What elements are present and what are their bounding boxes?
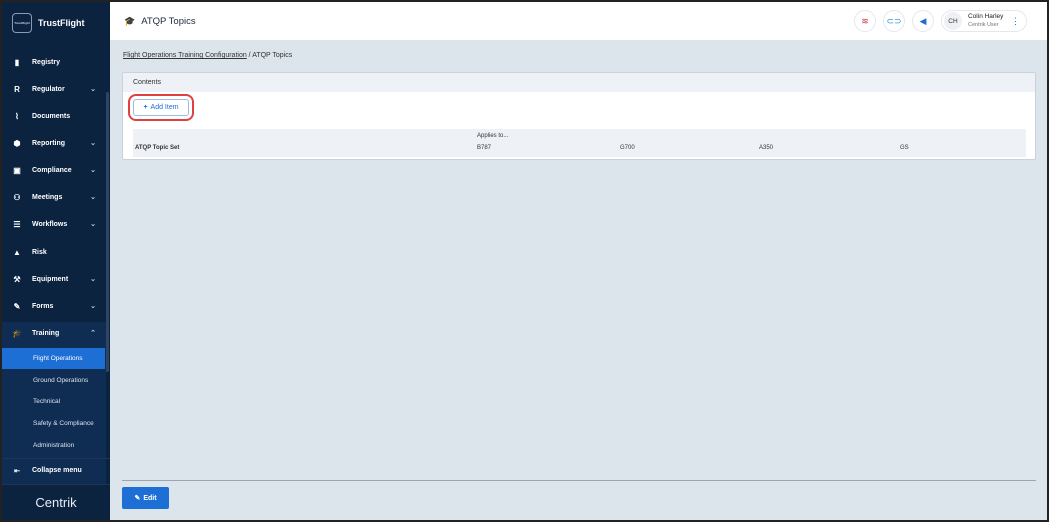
- edit-icon: ✎: [134, 495, 141, 502]
- sidebar-item-risk[interactable]: ▲ Risk: [2, 240, 110, 264]
- regulator-icon: R: [14, 84, 20, 94]
- database-icon[interactable]: ≋: [854, 10, 876, 32]
- collapse-menu-button[interactable]: ⇤ Collapse menu: [2, 458, 110, 482]
- footer-divider: [122, 480, 1036, 481]
- sidebar-subitem-safety-compliance[interactable]: Safety & Compliance: [2, 413, 105, 434]
- chevron-down-icon: ⌄: [90, 276, 96, 283]
- sidebar-item-workflows[interactable]: ☰ Workflows ⌄: [2, 212, 110, 236]
- workflows-icon: ☰: [13, 219, 21, 229]
- sidebar-item-label: Compliance: [32, 166, 72, 174]
- more-icon[interactable]: ⋮: [1011, 16, 1020, 27]
- sidebar-item-regulator[interactable]: R Regulator ⌄: [2, 77, 110, 101]
- applies-to-label: Applies to...: [477, 133, 509, 139]
- sidebar-item-training[interactable]: 🎓 Training ⌃: [2, 321, 110, 345]
- panel-title: Contents: [123, 73, 1035, 92]
- table-header: Applies to... ATQP Topic Set B787 G700 A…: [133, 129, 1026, 157]
- sidebar-item-forms[interactable]: ✎ Forms ⌄: [2, 294, 110, 318]
- brand[interactable]: TrustFlight TrustFlight: [2, 2, 110, 44]
- sidebar-item-label: Regulator: [32, 85, 65, 93]
- risk-icon: ▲: [13, 247, 21, 257]
- avatar: CH: [944, 12, 962, 30]
- sidebar-item-label: Workflows: [32, 220, 68, 228]
- sidebar-subitem-administration[interactable]: Administration: [2, 435, 105, 456]
- col-g700[interactable]: G700: [620, 145, 635, 151]
- sidebar-item-label: Reporting: [32, 139, 66, 147]
- sidebar-subitem-flight-operations[interactable]: Flight Operations: [2, 348, 105, 369]
- sidebar-item-compliance[interactable]: ▣ Compliance ⌄: [2, 158, 110, 182]
- sidebar-scrollbar[interactable]: [106, 92, 109, 372]
- user-role: Centrik User: [968, 22, 999, 28]
- sidebar-item-reporting[interactable]: ⬢ Reporting ⌄: [2, 131, 110, 155]
- chevron-down-icon: ⌄: [90, 221, 96, 228]
- breadcrumb-parent-link[interactable]: Flight Operations Training Configuration: [123, 52, 247, 59]
- sidebar-item-meetings[interactable]: ⚇ Meetings ⌄: [2, 185, 110, 209]
- breadcrumb-current: ATQP Topics: [252, 52, 293, 59]
- sidebar-subitem-ground-operations[interactable]: Ground Operations: [2, 370, 105, 391]
- documents-icon: ⌇: [15, 111, 19, 121]
- col-a350[interactable]: A350: [759, 145, 773, 151]
- plus-icon: +: [143, 104, 148, 111]
- forms-icon: ✎: [13, 301, 21, 311]
- training-icon: 🎓: [124, 15, 136, 26]
- chevron-down-icon: ⌄: [90, 303, 96, 310]
- sidebar-item-label: Meetings: [32, 193, 63, 201]
- add-item-label: Add Item: [150, 104, 179, 111]
- breadcrumb: Flight Operations Training Configuration…: [123, 52, 293, 59]
- top-header: 🎓 ATQP Topics ≋ ⊂⊃ ◀ CH Colin Harley Cent…: [110, 2, 1047, 40]
- user-name: Colin Harley: [968, 13, 1004, 20]
- equipment-icon: ⚒: [13, 274, 21, 284]
- meetings-icon: ⚇: [13, 192, 21, 202]
- registry-icon: ▮: [14, 57, 20, 67]
- user-menu[interactable]: CH Colin Harley Centrik User ⋮: [941, 10, 1027, 32]
- col-b787[interactable]: B787: [477, 145, 491, 151]
- sidebar-item-label: Training: [32, 329, 60, 337]
- col-atqp-topic-set[interactable]: ATQP Topic Set: [135, 145, 179, 151]
- sidebar-item-label: Registry: [32, 58, 61, 66]
- add-item-button[interactable]: + Add Item: [128, 94, 194, 121]
- centrik-logo: Centrik: [2, 484, 110, 520]
- chevron-down-icon: ⌄: [90, 140, 96, 147]
- chevron-up-icon: ⌃: [90, 330, 96, 337]
- sidebar-item-documents[interactable]: ⌇ Documents: [2, 104, 110, 128]
- sidebar-item-equipment[interactable]: ⚒ Equipment ⌄: [2, 267, 110, 291]
- app-window: TrustFlight TrustFlight ▮ Registry R Regulat…: [2, 2, 1047, 520]
- reporting-icon: ⬢: [13, 138, 21, 148]
- chevron-down-icon: ⌄: [90, 86, 96, 93]
- brand-name: TrustFlight: [38, 18, 85, 28]
- sidebar-item-label: Forms: [32, 302, 54, 310]
- brand-logo: TrustFlight: [12, 13, 32, 33]
- sidebar: TrustFlight TrustFlight ▮ Registry R Regulat…: [2, 2, 110, 520]
- compliance-icon: ▣: [13, 165, 21, 175]
- training-icon: 🎓: [12, 328, 22, 338]
- chevron-down-icon: ⌄: [90, 167, 96, 174]
- sidebar-item-registry[interactable]: ▮ Registry: [2, 50, 110, 74]
- page-title: ATQP Topics: [141, 15, 196, 27]
- sidebar-item-label: Risk: [32, 248, 47, 256]
- col-gs[interactable]: GS: [900, 145, 909, 151]
- edit-label: Edit: [143, 494, 157, 502]
- announcement-icon[interactable]: ◀: [912, 10, 934, 32]
- sidebar-subitem-technical[interactable]: Technical: [2, 391, 105, 412]
- sidebar-item-label: Equipment: [32, 275, 69, 283]
- contents-panel: Contents + Add Item Applies to... ATQP To…: [122, 72, 1036, 160]
- collapse-label: Collapse menu: [32, 467, 82, 474]
- collapse-icon: ⇤: [14, 467, 20, 475]
- sidebar-item-label: Documents: [32, 112, 71, 120]
- edit-button[interactable]: ✎ Edit: [122, 487, 169, 509]
- chevron-down-icon: ⌄: [90, 194, 96, 201]
- link-icon[interactable]: ⊂⊃: [883, 10, 905, 32]
